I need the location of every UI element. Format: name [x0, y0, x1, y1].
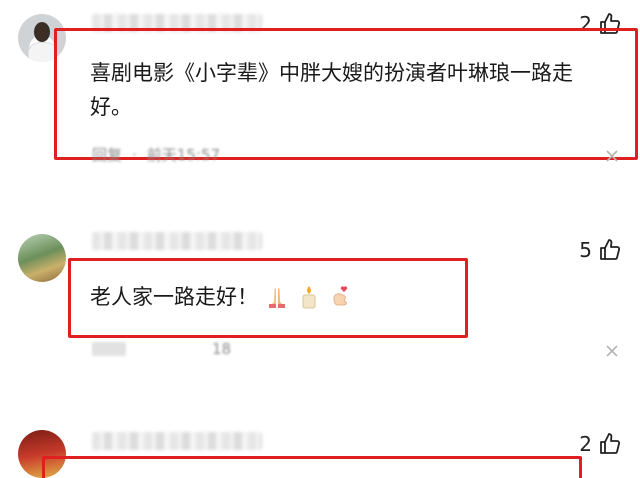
- comment-2: 5 老人家一路走好！ 18: [0, 200, 640, 420]
- like-count: 5: [579, 238, 592, 262]
- like-button[interactable]: 2: [579, 432, 622, 456]
- like-count: 2: [579, 432, 592, 456]
- meta-separator: ·: [132, 145, 137, 164]
- like-button[interactable]: 5: [579, 238, 622, 262]
- reply-button-blurred[interactable]: [92, 342, 126, 356]
- highlight-box: [42, 456, 582, 478]
- comment-text-row: 老人家一路走好！: [90, 280, 460, 314]
- finger-heart-icon: [333, 286, 348, 306]
- username-blurred[interactable]: [92, 232, 262, 250]
- comment-3: 2: [0, 420, 640, 478]
- username-blurred[interactable]: [92, 432, 262, 450]
- praying-hands-icon: [269, 288, 285, 308]
- reply-button[interactable]: 回复: [92, 144, 122, 165]
- comment-text: 老人家一路走好！: [90, 285, 258, 309]
- comment-time: 前天15:57: [146, 146, 221, 164]
- comment-meta: 18: [92, 340, 231, 358]
- comment-text: 喜剧电影《小字辈》中胖大嫂的扮演者叶琳琅一路走好。: [90, 61, 573, 119]
- comment-time: 18: [212, 340, 232, 358]
- close-icon[interactable]: [606, 150, 618, 162]
- comment-meta: 回复 · 前天15:57: [92, 144, 220, 165]
- close-icon[interactable]: [606, 345, 618, 357]
- avatar[interactable]: [18, 234, 66, 282]
- thumbs-up-icon: [600, 433, 621, 454]
- thumbs-up-icon: [600, 239, 621, 260]
- comment-1: 2 喜剧电影《小字辈》中胖大嫂的扮演者叶琳琅一路走好。 回复 · 前天15:57: [0, 0, 640, 200]
- candle-icon: [302, 286, 316, 309]
